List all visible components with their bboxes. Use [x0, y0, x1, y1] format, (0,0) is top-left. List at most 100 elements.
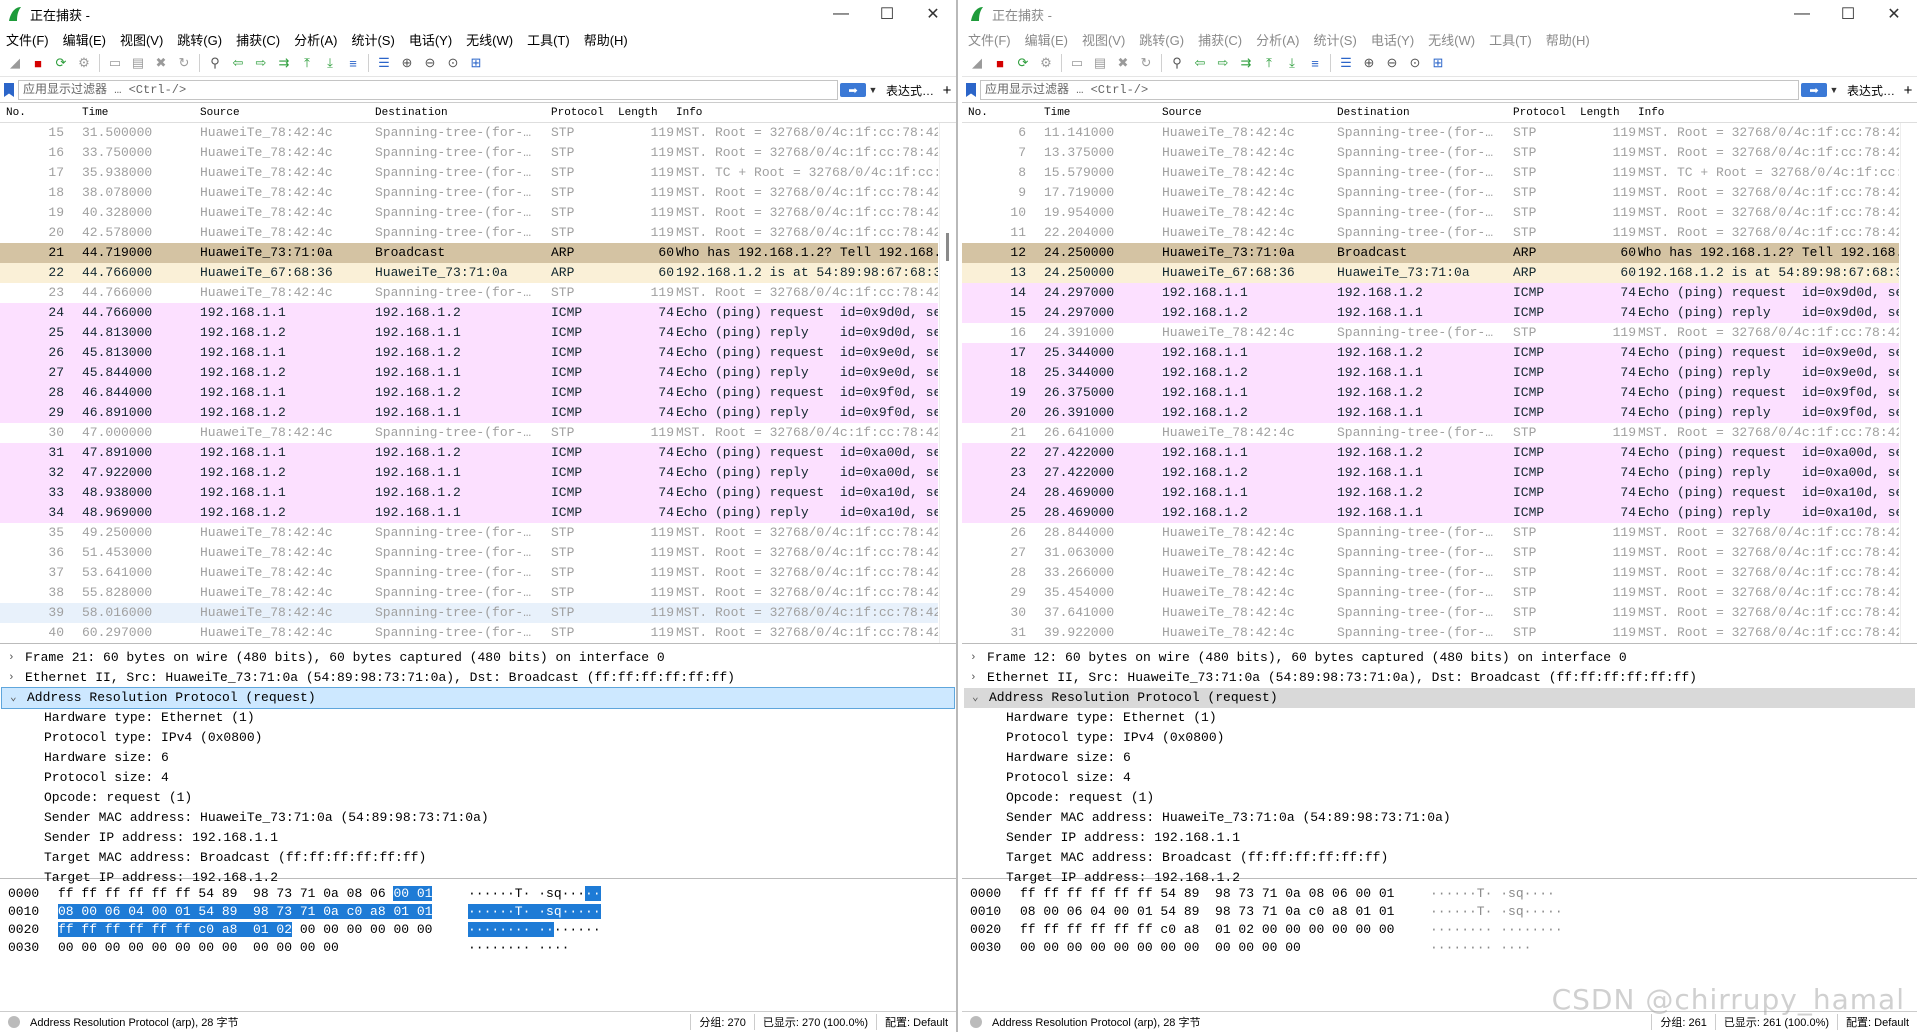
shark-fin-start-icon[interactable]: ◢	[6, 54, 24, 72]
open-file-icon[interactable]: ▭	[106, 54, 124, 72]
expanded-arrow-icon[interactable]: ⌄	[972, 688, 979, 708]
packet-row[interactable]: 31 47.891000 192.168.1.1 192.168.1.2 ICMP 74 E…	[0, 443, 938, 463]
go-first-icon[interactable]: ⤒	[1260, 54, 1278, 72]
ascii-bytes[interactable]: ········ ····	[1430, 939, 1531, 957]
detail-tree-item[interactable]: Protocol size: 4	[962, 768, 1917, 788]
menu-item[interactable]: 捕获(C)	[236, 30, 280, 49]
column-header[interactable]: Info	[1638, 107, 1664, 119]
packet-row[interactable]: 13 24.250000 HuaweiTe_67:68:36 HuaweiTe_73:…	[962, 263, 1899, 283]
go-to-packet-icon[interactable]: ⇉	[1237, 54, 1255, 72]
column-header[interactable]: Length	[618, 107, 658, 119]
hex-bytes[interactable]: 00 00 00 00 00 00 00 00 00 00 00 00	[1020, 939, 1301, 957]
minimize-button[interactable]: —	[818, 0, 864, 28]
packet-row[interactable]: 10 19.954000 HuaweiTe_78:42:4c Spanning-tre…	[962, 203, 1899, 223]
menu-item[interactable]: 工具(T)	[1489, 30, 1532, 49]
status-profile[interactable]: 配置: Default	[1837, 1014, 1917, 1030]
reload-icon[interactable]: ↻	[175, 54, 193, 72]
packet-row[interactable]: 36 51.453000 HuaweiTe_78:42:4c Spanning-tre…	[0, 543, 938, 563]
packet-row[interactable]: 15 24.297000 192.168.1.2 192.168.1.1 ICMP 74 E…	[962, 303, 1899, 323]
hex-bytes[interactable]: ff ff ff ff ff ff c0 a8 01 02 00 00 00 0…	[1020, 921, 1394, 939]
zoom-normal-icon[interactable]: ⊙	[444, 54, 462, 72]
open-file-icon[interactable]: ▭	[1068, 54, 1086, 72]
detail-tree-item[interactable]: Hardware type: Ethernet (1)	[0, 708, 956, 728]
column-header[interactable]: Length	[1580, 107, 1620, 119]
go-to-packet-icon[interactable]: ⇉	[275, 54, 293, 72]
zoom-out-icon[interactable]: ⊖	[421, 54, 439, 72]
go-forward-icon[interactable]: ⇨	[1214, 54, 1232, 72]
menu-item[interactable]: 统计(S)	[1313, 30, 1356, 49]
packet-row[interactable]: 20 26.391000 192.168.1.2 192.168.1.1 ICMP 74 E…	[962, 403, 1899, 423]
minimize-button[interactable]: —	[1779, 0, 1825, 28]
detail-tree-item[interactable]: ⌄ Address Resolution Protocol (request)	[964, 688, 1915, 708]
detail-tree-item[interactable]: Hardware type: Ethernet (1)	[962, 708, 1917, 728]
reload-icon[interactable]: ↻	[1137, 54, 1155, 72]
close-file-icon[interactable]: ✖	[1114, 54, 1132, 72]
go-back-icon[interactable]: ⇦	[229, 54, 247, 72]
packet-row[interactable]: 11 22.204000 HuaweiTe_78:42:4c Spanning-tre…	[962, 223, 1899, 243]
go-forward-icon[interactable]: ⇨	[252, 54, 270, 72]
packet-row[interactable]: 18 38.078000 HuaweiTe_78:42:4c Spanning-tre…	[0, 183, 938, 203]
packet-row[interactable]: 21 26.641000 HuaweiTe_78:42:4c Spanning-tre…	[962, 423, 1899, 443]
expression-button[interactable]: 表达式…	[886, 82, 934, 99]
colorize-icon[interactable]: ☰	[375, 54, 393, 72]
packet-row[interactable]: 15 31.500000 HuaweiTe_78:42:4c Spanning-tre…	[0, 123, 938, 143]
resize-columns-icon[interactable]: ⊞	[467, 54, 485, 72]
detail-tree-item[interactable]: › Ethernet II, Src: HuaweiTe_73:71:0a (54…	[0, 668, 956, 688]
menu-item[interactable]: 编辑(E)	[1025, 30, 1068, 49]
menu-item[interactable]: 电话(Y)	[409, 30, 452, 49]
packet-row[interactable]: 25 28.469000 192.168.1.2 192.168.1.1 ICMP 74 E…	[962, 503, 1899, 523]
detail-tree-item[interactable]: Sender MAC address: HuaweiTe_73:71:0a (5…	[962, 808, 1917, 828]
packet-row[interactable]: 9 17.719000 HuaweiTe_78:42:4c Spanning-tree…	[962, 183, 1899, 203]
column-header[interactable]: Time	[82, 107, 108, 119]
packet-row[interactable]: 16 33.750000 HuaweiTe_78:42:4c Spanning-tre…	[0, 143, 938, 163]
hex-bytes[interactable]: ff ff ff ff ff ff 54 89 98 73 71 0a 08 0…	[1020, 885, 1394, 903]
hex-bytes[interactable]: ff ff ff ff ff ff c0 a8 01 02 00 00 00 0…	[58, 921, 432, 939]
packet-row[interactable]: 32 47.922000 192.168.1.2 192.168.1.1 ICMP 74 E…	[0, 463, 938, 483]
filter-dropdown-icon[interactable]: ▼	[1827, 85, 1841, 95]
detail-tree-item[interactable]: Target MAC address: Broadcast (ff:ff:ff:…	[962, 848, 1917, 868]
menu-item[interactable]: 无线(W)	[1428, 30, 1475, 49]
packet-row[interactable]: 19 40.328000 HuaweiTe_78:42:4c Spanning-tre…	[0, 203, 938, 223]
packet-row[interactable]: 26 45.813000 192.168.1.1 192.168.1.2 ICMP 74 E…	[0, 343, 938, 363]
autoscroll-icon[interactable]: ≡	[1306, 54, 1324, 72]
close-button[interactable]: ✕	[910, 0, 956, 28]
filter-dropdown-icon[interactable]: ▼	[866, 85, 880, 95]
save-file-icon[interactable]: ▤	[1091, 54, 1109, 72]
detail-tree-item[interactable]: Protocol size: 4	[0, 768, 956, 788]
menu-item[interactable]: 捕获(C)	[1198, 30, 1242, 49]
packet-row[interactable]: 40 60.297000 HuaweiTe_78:42:4c Spanning-tre…	[0, 623, 938, 643]
shark-fin-start-icon[interactable]: ◢	[968, 54, 986, 72]
packet-row[interactable]: 8 15.579000 HuaweiTe_78:42:4c Spanning-tree…	[962, 163, 1899, 183]
add-filter-button[interactable]: +	[938, 82, 956, 99]
ascii-bytes[interactable]: ········ ········	[468, 921, 601, 939]
find-packet-icon[interactable]: ⚲	[1168, 54, 1186, 72]
expert-info-icon[interactable]	[8, 1016, 20, 1028]
packet-row[interactable]: 12 24.250000 HuaweiTe_73:71:0a Broadcast ARP…	[962, 243, 1899, 263]
packet-row[interactable]: 7 13.375000 HuaweiTe_78:42:4c Spanning-tree…	[962, 143, 1899, 163]
packet-row[interactable]: 26 28.844000 HuaweiTe_78:42:4c Spanning-tre…	[962, 523, 1899, 543]
expert-info-icon[interactable]	[970, 1016, 982, 1028]
packet-row[interactable]: 23 27.422000 192.168.1.2 192.168.1.1 ICMP 74 E…	[962, 463, 1899, 483]
packet-list-scrollbar[interactable]	[939, 123, 956, 643]
column-header[interactable]: Destination	[375, 107, 448, 119]
detail-tree-item[interactable]: Protocol type: IPv4 (0x0800)	[962, 728, 1917, 748]
menu-item[interactable]: 编辑(E)	[63, 30, 106, 49]
hex-bytes[interactable]: 00 00 00 00 00 00 00 00 00 00 00 00	[58, 939, 339, 957]
collapsed-arrow-icon[interactable]: ›	[970, 668, 977, 688]
go-last-icon[interactable]: ⤓	[1283, 54, 1301, 72]
packet-row[interactable]: 17 35.938000 HuaweiTe_78:42:4c Spanning-tre…	[0, 163, 938, 183]
menu-item[interactable]: 帮助(H)	[1546, 30, 1590, 49]
packet-row[interactable]: 14 24.297000 192.168.1.1 192.168.1.2 ICMP 74 E…	[962, 283, 1899, 303]
zoom-normal-icon[interactable]: ⊙	[1406, 54, 1424, 72]
packet-row[interactable]: 16 24.391000 HuaweiTe_78:42:4c Spanning-tre…	[962, 323, 1899, 343]
packet-row[interactable]: 24 28.469000 192.168.1.1 192.168.1.2 ICMP 74 E…	[962, 483, 1899, 503]
restart-capture-icon[interactable]: ⟳	[1014, 54, 1032, 72]
scroll-thumb[interactable]	[946, 233, 949, 261]
detail-tree-item[interactable]: Hardware size: 6	[962, 748, 1917, 768]
menu-item[interactable]: 跳转(G)	[177, 30, 222, 49]
menu-item[interactable]: 文件(F)	[968, 30, 1011, 49]
add-filter-button[interactable]: +	[1899, 82, 1917, 99]
detail-tree-item[interactable]: ⌄ Address Resolution Protocol (request)	[1, 687, 955, 709]
menu-item[interactable]: 分析(A)	[1256, 30, 1299, 49]
save-file-icon[interactable]: ▤	[129, 54, 147, 72]
